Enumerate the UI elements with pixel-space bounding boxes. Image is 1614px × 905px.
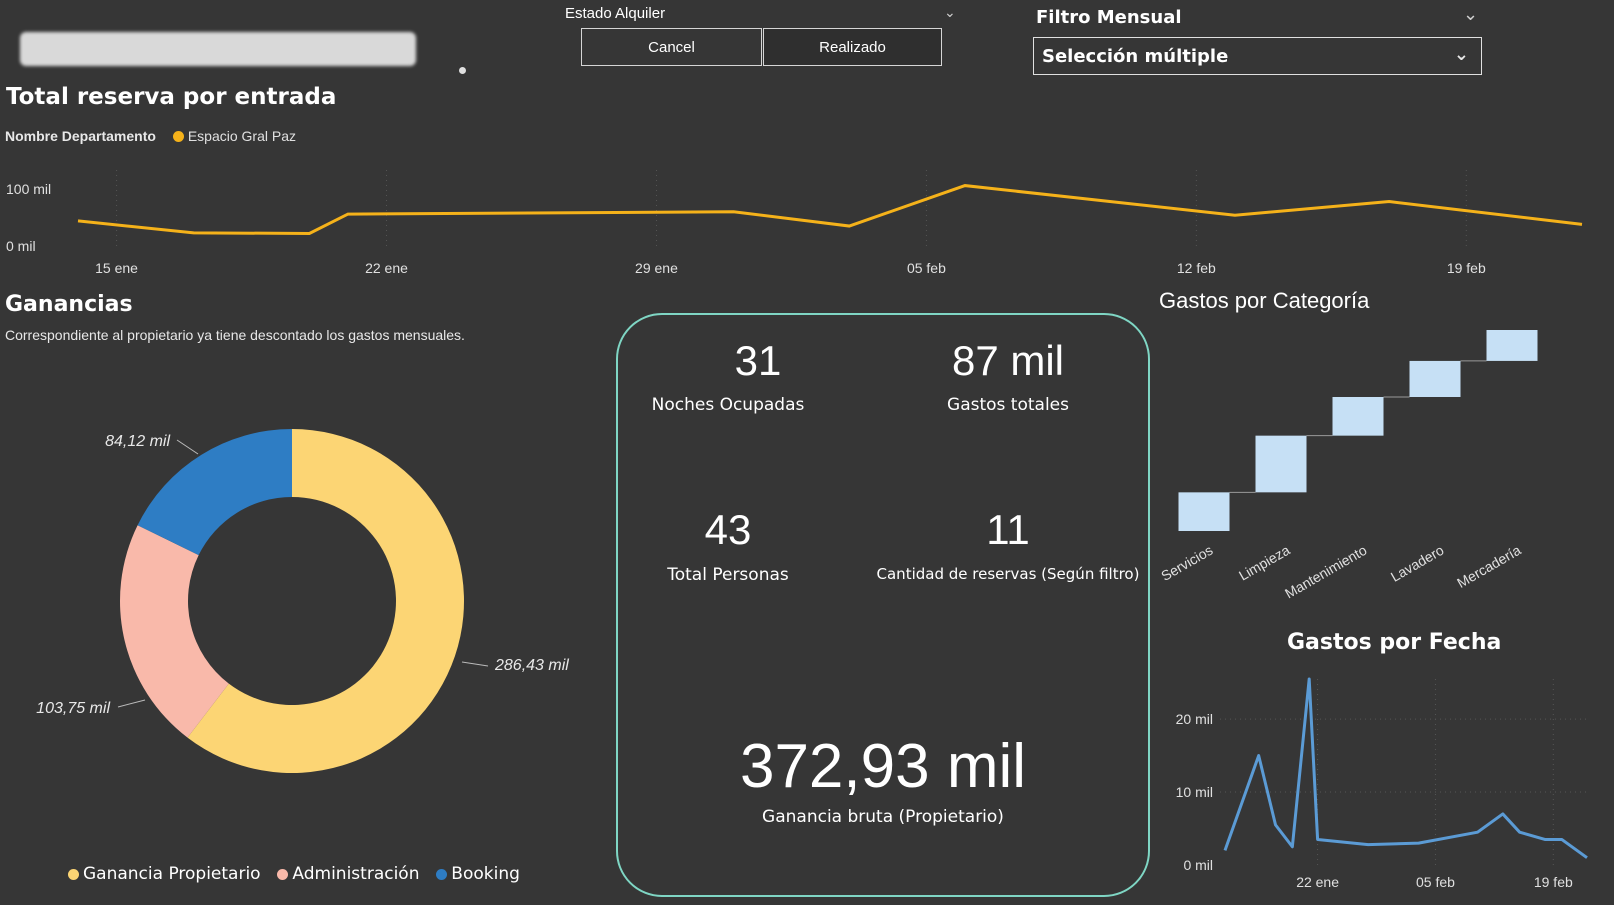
ganancias-donut-chart: 286,43 mil 103,75 mil 84,12 mil (36, 429, 569, 773)
legend-item: Espacio Gral Paz (187, 128, 296, 144)
waterfall-bar (1178, 492, 1230, 531)
x-tick-label: Servicios (1160, 542, 1216, 584)
x-tick-label: 22 ene (365, 260, 408, 276)
data-label: 286,43 mil (494, 657, 569, 674)
kpi-card: 31 Noches Ocupadas 87 mil Gastos totales… (616, 313, 1150, 897)
gastos-fecha-line-chart: 0 mil 10 mil 20 mil 22 ene 05 feb 19 feb (1176, 677, 1588, 890)
legend-item: Ganancia Propietario (83, 864, 261, 884)
y-tick-label: 100 mil (6, 181, 51, 197)
chevron-down-icon[interactable]: ⌄ (944, 4, 956, 21)
x-tick-label: 15 ene (95, 260, 138, 276)
waterfall-bar (1409, 360, 1461, 397)
ganancias-title: Ganancias (5, 292, 133, 317)
noches-value: 31 (734, 337, 782, 384)
cantidad-reservas-label: Cantidad de reservas (Según filtro) (876, 565, 1140, 583)
reservas-title: Total reserva por entrada (6, 84, 337, 110)
dropdown-value: Selección múltiple (1042, 45, 1229, 67)
legend-item: Administración (292, 864, 420, 884)
gastos-series-line (1223, 677, 1588, 859)
redacted-title (20, 32, 416, 66)
total-personas-value: 43 (704, 506, 752, 553)
legend-dot (277, 869, 289, 880)
label-leader-line (117, 699, 146, 708)
gastos-totales-label: Gastos totales (947, 395, 1069, 415)
legend-dot (68, 869, 79, 880)
waterfall-bar (1255, 435, 1307, 493)
label-leader-line (461, 661, 489, 667)
chevron-down-icon[interactable]: ⌄ (1463, 4, 1478, 25)
cantidad-reservas-value: 11 (986, 506, 1030, 553)
estado-alquiler-title: Estado Alquiler (565, 5, 666, 22)
gastos-fecha-title: Gastos por Fecha (1287, 630, 1502, 655)
realizado-button[interactable]: Realizado (763, 28, 942, 66)
x-tick-label: 19 feb (1447, 260, 1486, 276)
filtro-mensual-dropdown[interactable]: Selección múltiple ⌄ (1033, 37, 1482, 75)
filtro-mensual-title: Filtro Mensual (1036, 7, 1182, 28)
y-tick-label: 0 mil (6, 238, 36, 254)
x-tick-label: Limpieza (1236, 542, 1293, 584)
ganancia-bruta-label: Ganancia bruta (Propietario) (762, 807, 1004, 827)
x-tick-label: 19 feb (1534, 874, 1573, 890)
legend-label: Nombre Departamento (5, 128, 156, 144)
y-tick-label: 20 mil (1176, 711, 1213, 727)
legend-dot (172, 131, 184, 142)
gastos-categoria-waterfall-chart: Servicios LimpiezaMantenimiento Lavadero Me… (1160, 330, 1538, 602)
total-personas-label: Total Personas (667, 565, 789, 585)
gastos-totales-value: 87 mil (951, 337, 1065, 384)
ganancias-subtitle: Correspondiente al propietario ya tiene … (5, 327, 465, 343)
y-tick-label: 10 mil (1176, 784, 1213, 800)
gastos-categoria-title: Gastos por Categoría (1159, 288, 1370, 313)
noches-label: Noches Ocupadas (651, 395, 805, 415)
cancel-button[interactable]: Cancel (581, 28, 762, 66)
reservas-line-chart: 15 ene 22 ene 29 ene 05 feb 12 feb 19 feb 0 mi… (6, 170, 1583, 276)
legend-item: Booking (451, 864, 520, 884)
x-tick-label: 05 feb (1416, 874, 1455, 890)
waterfall-bar (1332, 397, 1384, 436)
label-leader-line (176, 439, 199, 455)
x-tick-label: 05 feb (907, 260, 946, 276)
data-label: 103,75 mil (36, 700, 110, 717)
x-tick-label: 12 feb (1177, 260, 1216, 276)
waterfall-bar (1486, 330, 1538, 361)
handle-dot (459, 67, 466, 74)
data-label: 84,12 mil (105, 433, 170, 450)
x-tick-label: Mantenimiento (1282, 542, 1370, 602)
reservas-series-line (77, 184, 1583, 235)
chevron-down-icon: ⌄ (1453, 44, 1469, 65)
reservas-legend: Nombre Departamento Espacio Gral Paz (5, 128, 296, 146)
ganancias-legend: Ganancia Propietario Administración Book… (68, 864, 520, 884)
x-tick-label: Lavadero (1388, 542, 1447, 585)
y-tick-label: 0 mil (1183, 857, 1213, 873)
x-tick-label: 29 ene (635, 260, 678, 276)
legend-dot (436, 869, 448, 880)
x-tick-label: Mercadería (1454, 542, 1524, 591)
ganancia-bruta-value: 372,93 mil (739, 732, 1027, 801)
x-tick-label: 22 ene (1296, 874, 1339, 890)
